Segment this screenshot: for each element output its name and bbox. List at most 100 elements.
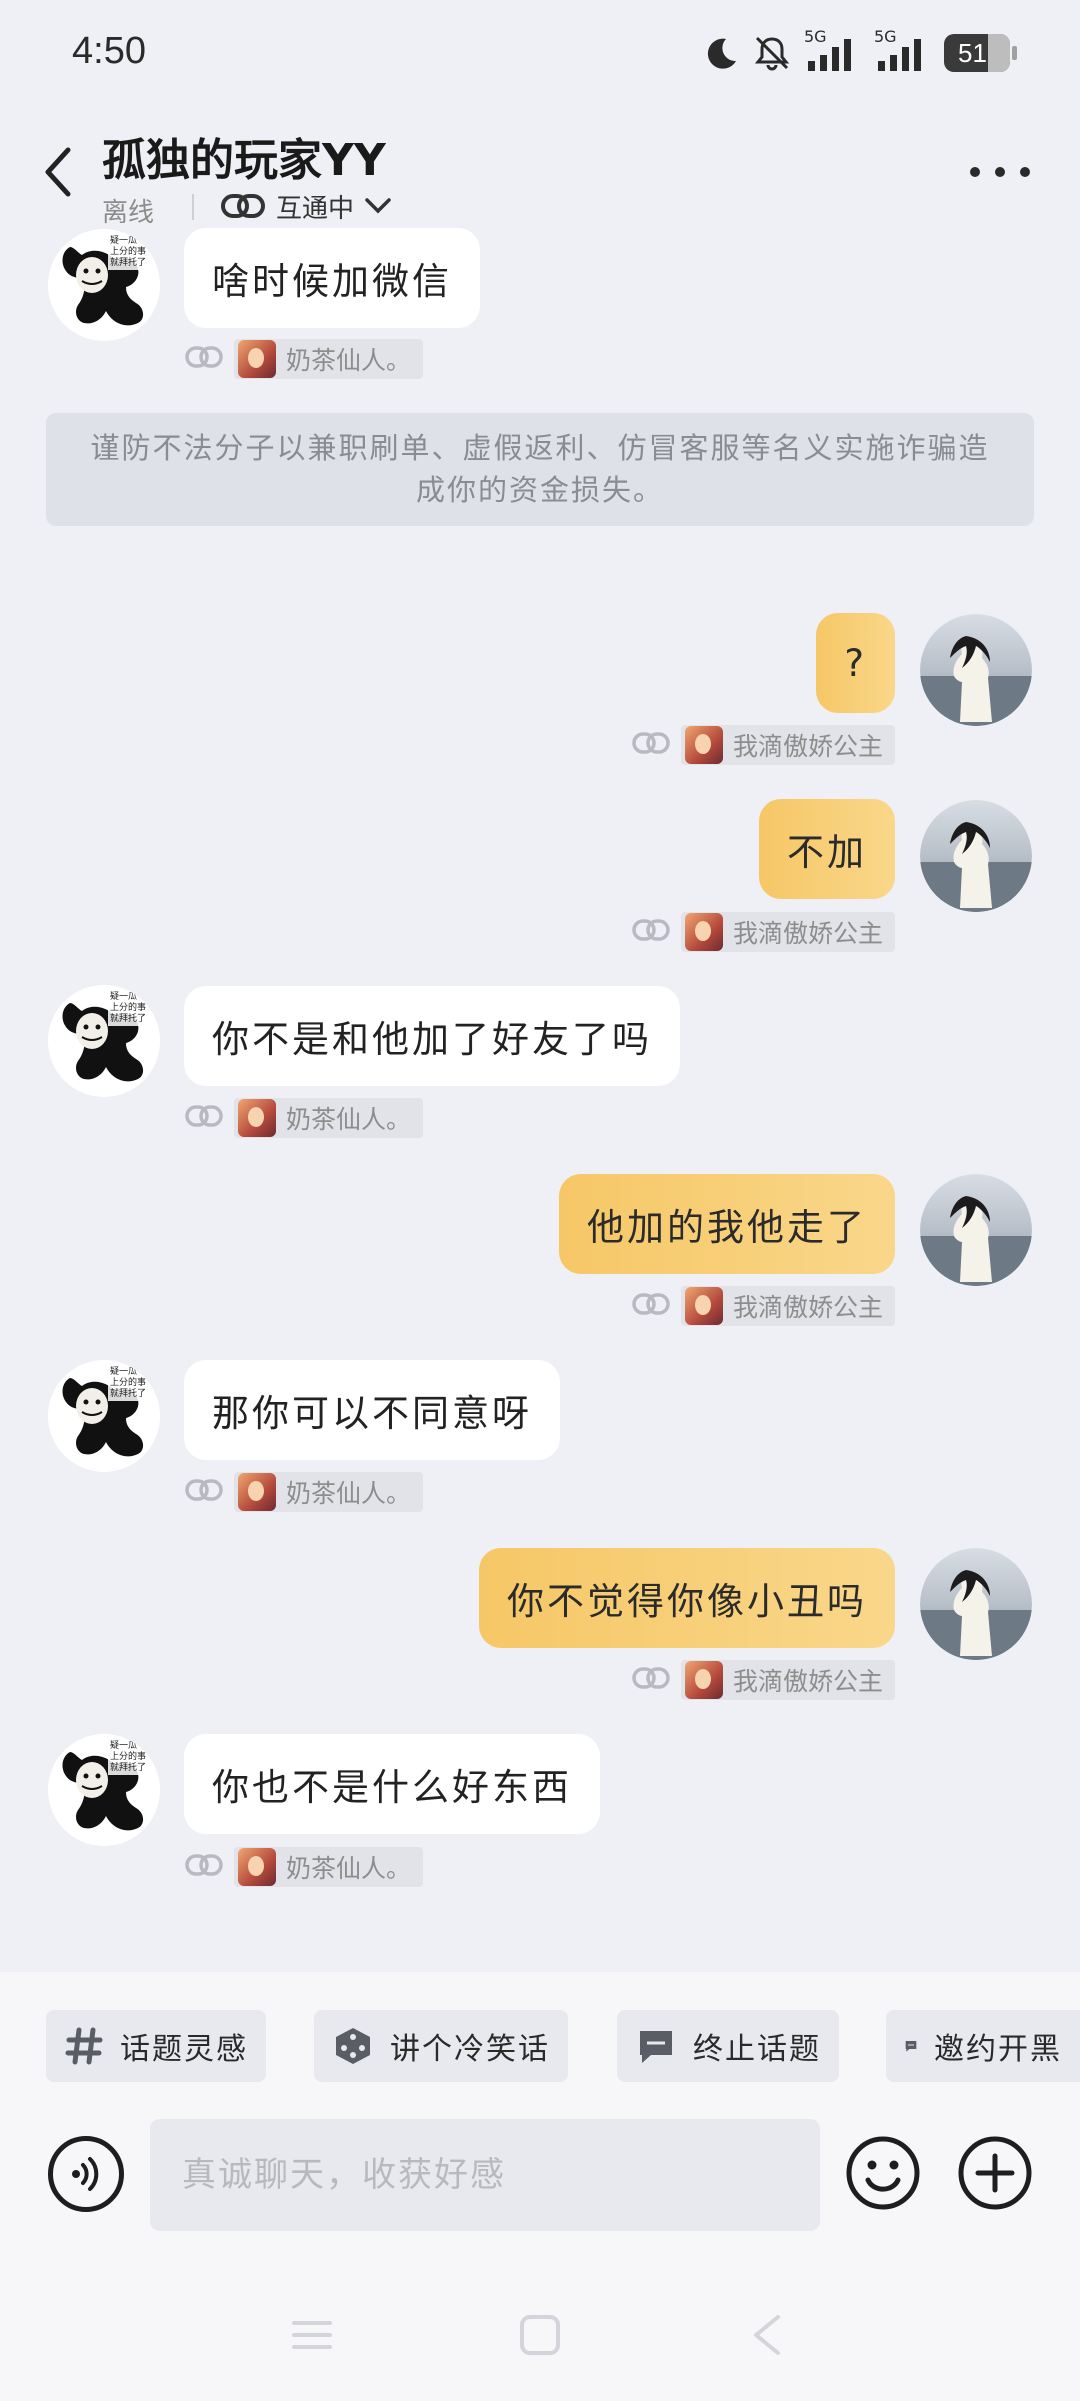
game-hero-icon (684, 1661, 723, 1699)
message-input[interactable] (150, 2119, 820, 2231)
signal-1: 5G (804, 27, 862, 73)
quick-action-label: 邀约开黑 (934, 2032, 1062, 2067)
message-text: 那你可以不同意呀 (212, 1392, 532, 1435)
link-icon (184, 344, 224, 374)
game-tag-row: 我滴傲娇公主 (631, 1286, 895, 1326)
my-avatar[interactable] (920, 614, 1032, 726)
chevron-left-icon (45, 147, 71, 197)
link-icon (184, 1852, 224, 1882)
message-text: 啥时候加微信 (212, 260, 452, 303)
outgoing-message-bubble[interactable]: 你不觉得你像小丑吗 (479, 1548, 895, 1648)
link-icon (221, 194, 265, 218)
back-button[interactable] (38, 142, 82, 202)
contact-avatar[interactable]: 疑一瓜 上分的事 就拜托了 (48, 229, 160, 341)
my-avatar[interactable] (920, 1174, 1032, 1286)
incoming-message-bubble[interactable]: 你也不是什么好东西 (184, 1734, 600, 1834)
game-role-tag[interactable]: 我滴傲娇公主 (680, 1660, 895, 1700)
game-role-tag[interactable]: 奶茶仙人。 (234, 1098, 424, 1138)
link-icon (631, 917, 671, 947)
avatar-caption: 疑一瓜 上分的事 就拜托了 (108, 235, 149, 270)
game-role-name: 奶茶仙人。 (286, 1105, 412, 1134)
game-hero-icon (684, 913, 723, 951)
sound-wave-icon (72, 2157, 99, 2191)
contact-avatar[interactable]: 疑一瓜 上分的事 就拜托了 (48, 1734, 160, 1846)
presence-status: 离线 (102, 198, 155, 228)
game-role-name: 奶茶仙人。 (286, 1479, 412, 1508)
outgoing-message-bubble[interactable]: ? (816, 613, 895, 713)
my-avatar[interactable] (920, 800, 1032, 912)
mute-bell-icon (754, 36, 790, 71)
game-hero-icon (238, 1848, 276, 1886)
game-role-name: 我滴傲娇公主 (732, 919, 883, 948)
chevron-down-icon (365, 198, 391, 214)
message-text: 你不觉得你像小丑吗 (507, 1580, 867, 1623)
chat-bubble-icon (640, 2031, 672, 2063)
link-icon (631, 1291, 671, 1321)
game-tag-row: 我滴傲娇公主 (631, 725, 895, 765)
game-hero-icon (684, 726, 723, 764)
game-role-name: 我滴傲娇公主 (732, 732, 883, 761)
game-hero-icon (684, 1287, 723, 1325)
smiley-icon[interactable] (844, 2134, 922, 2212)
link-icon (184, 1103, 224, 1133)
quick-action-label: 讲个冷笑话 (390, 2032, 550, 2067)
game-role-name: 奶茶仙人。 (286, 1854, 412, 1883)
outgoing-message-bubble[interactable]: 不加 (759, 799, 895, 899)
nav-home-button[interactable] (510, 2310, 570, 2360)
game-role-tag[interactable]: 奶茶仙人。 (234, 1847, 424, 1887)
plus-icon[interactable] (956, 2134, 1034, 2212)
menu-lines-icon (292, 2321, 332, 2349)
message-text: ? (844, 641, 867, 685)
quick-action-end-topic[interactable]: 终止话题 (617, 2010, 839, 2082)
signal-1-label: 5G (804, 27, 827, 46)
link-state-label: 互通中 (276, 193, 355, 224)
contact-avatar[interactable]: 疑一瓜 上分的事 就拜托了 (48, 985, 160, 1097)
fraud-warning: 谨防不法分子以兼职刷单、虚假返利、仿冒客服等名义实施诈骗造成你的资金损失。 (46, 413, 1034, 526)
quick-action-invite[interactable]: 邀约开黑 (886, 2010, 1080, 2082)
link-icon (184, 1477, 224, 1507)
incoming-message-bubble[interactable]: 你不是和他加了好友了吗 (184, 986, 680, 1086)
game-tag-row: 我滴傲娇公主 (631, 912, 895, 952)
hashtag-icon (65, 2027, 103, 2065)
game-tag-row: 奶茶仙人。 (184, 339, 424, 379)
game-tag-row: 奶茶仙人。 (184, 1472, 424, 1512)
game-role-tag[interactable]: 我滴傲娇公主 (680, 725, 895, 765)
outgoing-message-bubble[interactable]: 他加的我他走了 (559, 1174, 895, 1274)
game-role-tag[interactable]: 我滴傲娇公主 (680, 1286, 895, 1326)
quick-action-joke[interactable]: 讲个冷笑话 (314, 2010, 568, 2082)
link-state-dropdown[interactable]: 互通中 (220, 186, 392, 226)
chat-bubble-icon (905, 2041, 917, 2052)
quick-action-topic[interactable]: 话题灵感 (46, 2010, 266, 2082)
game-role-tag[interactable]: 我滴傲娇公主 (680, 912, 895, 952)
game-hero-icon (238, 340, 276, 378)
do-not-disturb-moon-icon (707, 38, 736, 69)
incoming-message-bubble[interactable]: 啥时候加微信 (184, 228, 480, 328)
message-text: 不加 (787, 831, 867, 874)
triangle-back-icon (754, 2315, 780, 2355)
message-text: 你不是和他加了好友了吗 (212, 1018, 652, 1061)
message-text: 他加的我他走了 (587, 1206, 867, 1249)
status-time: 4:50 (72, 30, 146, 72)
quick-action-label: 话题灵感 (120, 2032, 248, 2067)
more-dots-icon[interactable] (970, 150, 1030, 194)
header-divider (192, 194, 194, 220)
square-home-icon (520, 2315, 560, 2355)
game-role-name: 我滴傲娇公主 (732, 1293, 883, 1322)
game-role-tag[interactable]: 奶茶仙人。 (234, 1472, 424, 1512)
avatar-caption: 疑一瓜 上分的事 就拜托了 (108, 991, 149, 1026)
contact-avatar[interactable]: 疑一瓜 上分的事 就拜托了 (48, 1360, 160, 1472)
status-icons: 5G 5G 51 (704, 27, 1017, 78)
avatar-caption: 疑一瓜 上分的事 就拜托了 (108, 1366, 149, 1401)
signal-2: 5G (874, 27, 932, 73)
message-text: 你也不是什么好东西 (212, 1766, 572, 1809)
game-role-tag[interactable]: 奶茶仙人。 (234, 339, 424, 379)
link-icon (631, 1665, 671, 1695)
my-avatar[interactable] (920, 1548, 1032, 1660)
game-role-name: 奶茶仙人。 (286, 346, 412, 375)
voice-icon[interactable] (48, 2136, 124, 2212)
contact-name: 孤独的玩家YY (102, 135, 386, 186)
incoming-message-bubble[interactable]: 那你可以不同意呀 (184, 1360, 560, 1460)
signal-2-label: 5G (874, 27, 897, 46)
nav-menu-button[interactable] (282, 2310, 342, 2360)
nav-back-button[interactable] (738, 2310, 798, 2360)
